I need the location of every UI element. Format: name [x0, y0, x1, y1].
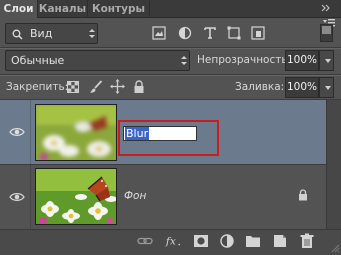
lock-transparency-icon[interactable]: [67, 81, 79, 93]
blend-mode-value: Обычные: [11, 54, 65, 67]
highlight-annotation: [118, 120, 219, 156]
lock-all-icon[interactable]: [133, 80, 145, 94]
filter-adjustment-icon[interactable]: [178, 26, 192, 40]
opacity-label: Непрозрачность:: [197, 54, 292, 66]
divider: [30, 100, 31, 164]
filter-kind-label: Вид: [30, 27, 53, 40]
chevron-down-icon: [325, 59, 331, 63]
fx-icon[interactable]: fx: [165, 233, 181, 249]
visibility-eye-icon[interactable]: [9, 127, 25, 137]
opacity-input[interactable]: 100%: [285, 50, 319, 71]
filter-smart-object-icon[interactable]: [251, 26, 265, 40]
layer-thumbnail-blur: [35, 104, 117, 161]
filter-kind-select[interactable]: Вид: [5, 23, 98, 44]
layers-scrollbar[interactable]: [326, 100, 341, 229]
filter-type-icon[interactable]: [203, 26, 217, 40]
new-layer-icon[interactable]: [272, 233, 288, 249]
filter-pixel-icon[interactable]: [152, 26, 166, 40]
visibility-eye-icon[interactable]: [9, 192, 25, 202]
filter-toggle-switch[interactable]: [320, 24, 333, 42]
tab-layers[interactable]: Слои: [0, 0, 38, 18]
svg-text:fx: fx: [165, 235, 176, 248]
filter-shape-icon[interactable]: [227, 26, 241, 40]
mask-icon[interactable]: [193, 233, 209, 249]
divider: [30, 165, 31, 229]
opacity-dropdown-button[interactable]: [319, 50, 334, 71]
layer-name-label: Фон: [124, 190, 147, 202]
folder-icon[interactable]: [245, 233, 261, 249]
search-icon: [12, 29, 23, 40]
adjustment-icon[interactable]: [219, 233, 235, 249]
collapse-panel-icon[interactable]: [321, 3, 331, 13]
chevron-up-icon: [89, 29, 95, 32]
lock-position-icon[interactable]: [110, 79, 125, 94]
chevron-up-icon: [181, 56, 187, 59]
fill-input[interactable]: 100%: [285, 77, 319, 98]
fill-label: Заливка:: [235, 81, 285, 93]
fill-dropdown-button[interactable]: [319, 77, 334, 98]
lock-pixels-icon[interactable]: [89, 80, 103, 94]
link-icon[interactable]: [137, 233, 153, 249]
layer-thumbnail-background: [35, 168, 117, 225]
divider: [0, 48, 341, 49]
tab-paths[interactable]: Контуры: [88, 0, 150, 18]
trash-icon[interactable]: [299, 233, 315, 249]
blurred-flowers-image: [36, 105, 116, 160]
lock-icon: [299, 189, 307, 201]
lock-label: Закрепить:: [6, 81, 69, 93]
chevron-down-icon: [89, 35, 95, 38]
chevron-down-icon: [325, 86, 331, 90]
tab-channels[interactable]: Каналы: [38, 0, 88, 18]
blend-mode-select[interactable]: Обычные: [5, 50, 190, 71]
chevron-down-icon: [181, 62, 187, 65]
flowers-butterfly-image: [36, 169, 116, 224]
divider: [0, 75, 341, 76]
resize-grip-icon[interactable]: [330, 243, 340, 253]
